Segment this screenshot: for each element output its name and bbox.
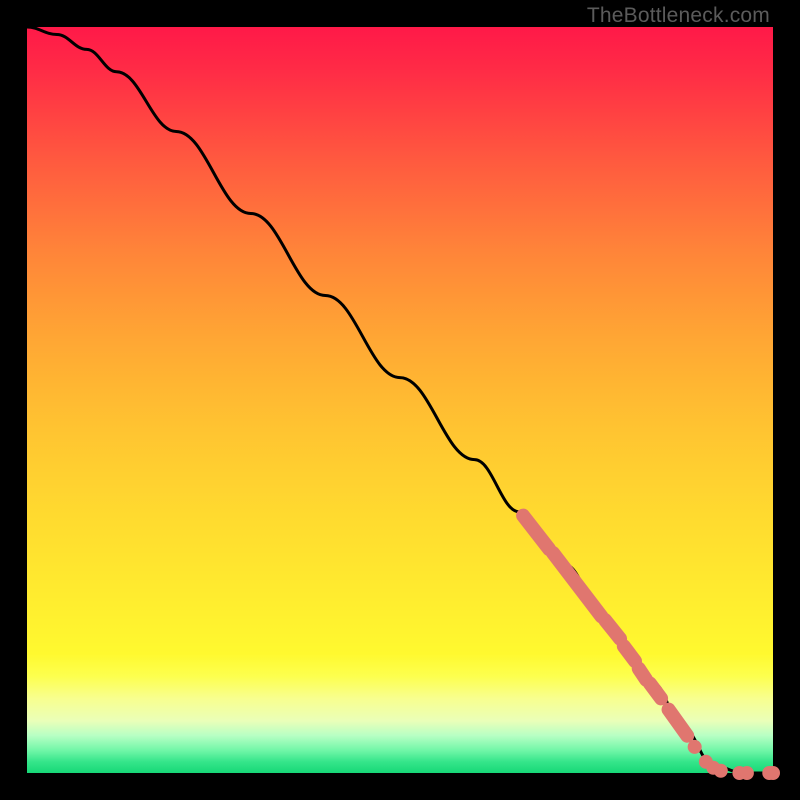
highlight-segment: [669, 710, 688, 736]
highlight-segment: [553, 553, 601, 616]
highlight-segment: [639, 669, 646, 680]
highlight-segment: [523, 516, 549, 550]
plot-area: [27, 27, 773, 773]
highlight-segment: [624, 646, 635, 661]
chart-stage: TheBottleneck.com: [0, 0, 800, 800]
watermark-label: TheBottleneck.com: [587, 4, 770, 28]
main-curve: [27, 27, 773, 773]
highlight-dot: [688, 740, 702, 754]
highlight-segment: [650, 683, 661, 698]
highlight-dot: [714, 764, 728, 778]
chart-svg: [27, 27, 773, 773]
highlight-segment: [605, 620, 620, 639]
highlight-dot: [740, 766, 754, 780]
highlight-dot: [766, 766, 780, 780]
